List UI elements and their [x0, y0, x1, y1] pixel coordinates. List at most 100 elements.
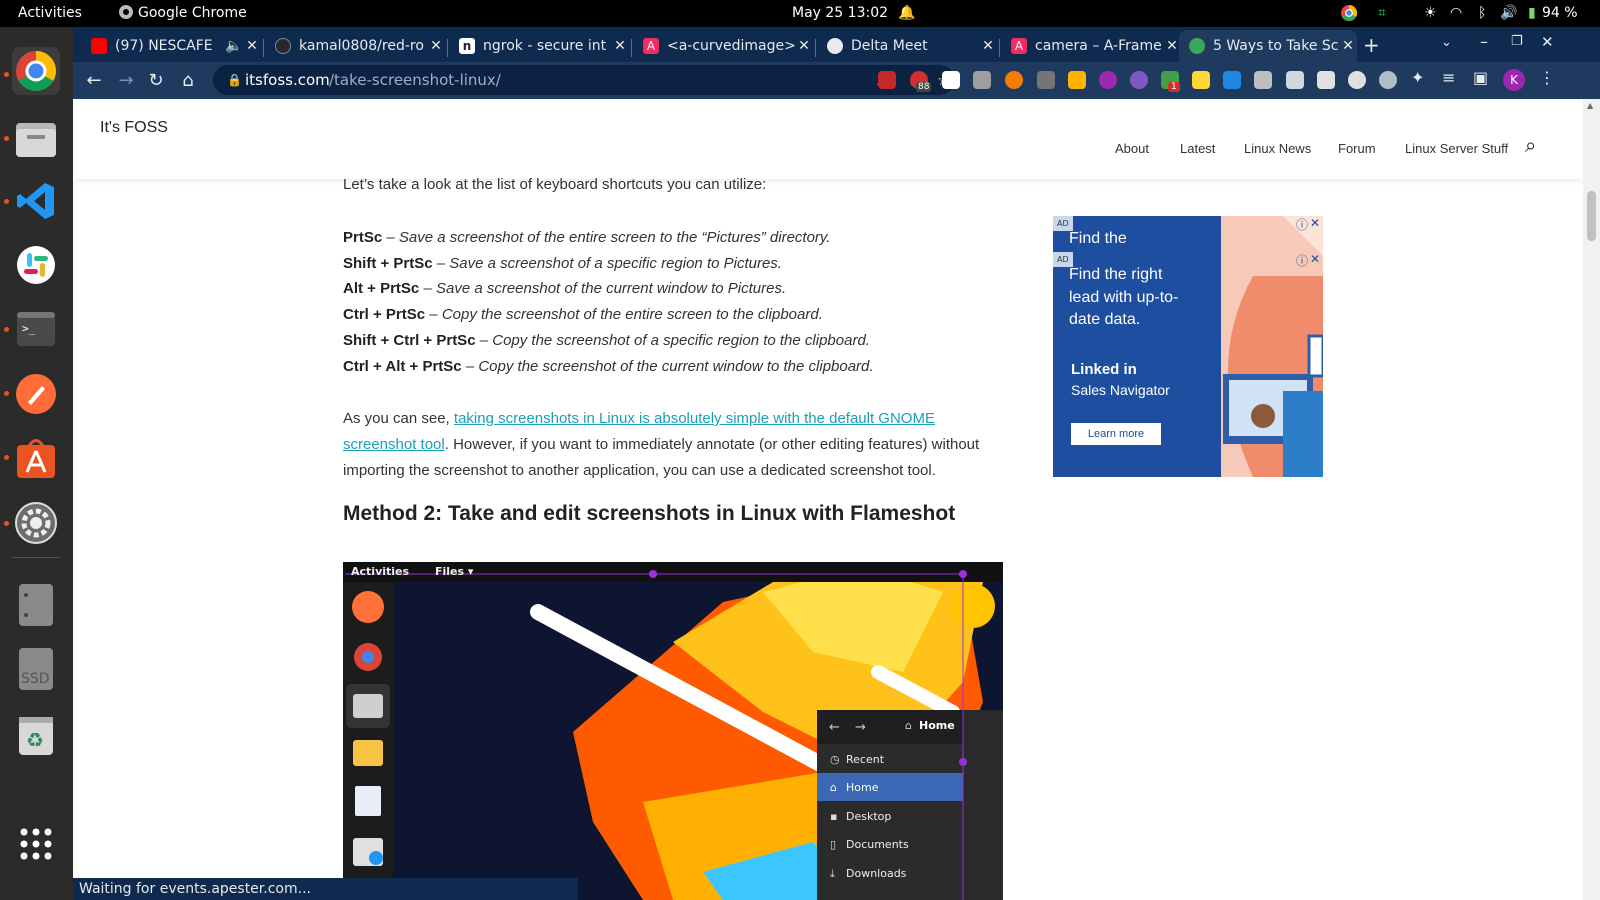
adchoices-icon[interactable]: ⓘ	[1296, 216, 1308, 233]
figure-sidebar-item: Desktop	[846, 810, 892, 823]
ad-learn-more-button[interactable]: Learn more	[1071, 423, 1161, 445]
figure-sidebar-item: Downloads	[846, 867, 907, 880]
extension-icon[interactable]	[1068, 71, 1086, 89]
files-launcher[interactable]	[12, 115, 60, 163]
home-icon[interactable]: ⌂	[176, 69, 200, 93]
back-arrow-icon[interactable]: ←	[82, 69, 106, 93]
site-title[interactable]: It's FOSS	[100, 119, 168, 137]
extension-icon[interactable]	[1130, 71, 1148, 89]
more-menu-icon[interactable]: ⋮	[1539, 68, 1555, 87]
trash-launcher[interactable]: ♻	[12, 711, 60, 759]
figure-back-arrow-icon: ←	[829, 720, 840, 735]
shortcut-row: Shift + Ctrl + PrtSc – Copy the screensh…	[343, 332, 870, 349]
extension-icon[interactable]	[1192, 71, 1210, 89]
chrome-launcher[interactable]	[12, 47, 60, 95]
menu-latest[interactable]: Latest	[1180, 141, 1215, 156]
globe-icon	[827, 38, 843, 54]
brightness-icon[interactable]: ☀	[1424, 5, 1437, 21]
linkedin-ad[interactable]: AD AD Find the ⓘ ✕ ⓘ ✕ Find the right le…	[1053, 216, 1323, 477]
tab-itsfoss-active[interactable]: 5 Ways to Take Sc ✕	[1179, 30, 1357, 62]
tab-search-chevron-down-icon[interactable]: ⌄	[1441, 35, 1452, 50]
menu-about[interactable]: About	[1115, 141, 1149, 156]
terminal-launcher[interactable]: >_	[12, 305, 60, 353]
qr-code-extension-icon[interactable]	[942, 71, 960, 89]
restore-button[interactable]: ❐	[1511, 34, 1523, 49]
battery-icon[interactable]: ▮	[1528, 5, 1536, 21]
settings-launcher[interactable]	[12, 499, 60, 547]
drive-launcher[interactable]	[12, 581, 60, 629]
show-apps-button[interactable]	[12, 820, 60, 868]
slack-launcher[interactable]	[12, 241, 60, 289]
extension-icon[interactable]	[1379, 71, 1397, 89]
menu-linux-server-stuff[interactable]: Linux Server Stuff	[1405, 141, 1508, 156]
shortcut-desc: Save a screenshot of the entire screen t…	[398, 229, 831, 246]
tab-aframe-camera[interactable]: A camera – A-Frame ✕	[1001, 30, 1181, 62]
app-menu[interactable]: Google Chrome	[138, 5, 247, 21]
extension-icon[interactable]	[1099, 71, 1117, 89]
slack-tray-icon[interactable]: ⌗	[1378, 5, 1386, 21]
forward-arrow-icon[interactable]: →	[114, 69, 138, 93]
audio-icon[interactable]: 🔈	[225, 38, 243, 54]
flameshot-screenshot-image[interactable]: Activities Files ▾ ← → ⌂ Home ◷ Recent ⌂…	[343, 562, 1003, 900]
activities-button[interactable]: Activities	[18, 5, 82, 21]
close-window-button[interactable]: ✕	[1541, 33, 1554, 51]
extension-icon[interactable]	[1348, 71, 1366, 89]
menu-forum[interactable]: Forum	[1338, 141, 1376, 156]
crx-extension-icon[interactable]	[973, 71, 991, 89]
gnome-screenshot-link[interactable]: taking screenshots in Linux is absolutel…	[454, 410, 935, 427]
extension-icon[interactable]	[1223, 71, 1241, 89]
extension-icon[interactable]	[878, 71, 896, 89]
tab-youtube[interactable]: (97) NESCAFE 🔈 ✕	[81, 30, 261, 62]
tab-close-icon[interactable]: ✕	[611, 38, 629, 54]
tab-delta-meet[interactable]: Delta Meet ✕	[817, 30, 997, 62]
scroll-up-icon[interactable]: ▲	[1587, 101, 1593, 110]
extension-icon[interactable]	[1317, 71, 1335, 89]
wifi-icon[interactable]: ◠	[1450, 5, 1462, 21]
figure-files-menu: Files ▾	[435, 565, 474, 578]
ssd-launcher[interactable]: SSD	[12, 645, 60, 693]
tab-close-icon[interactable]: ✕	[795, 38, 813, 54]
tab-aframe-curvedimage[interactable]: A <a-curvedimage> ✕	[633, 30, 813, 62]
camera-extension-icon[interactable]	[1286, 71, 1304, 89]
folder-icon	[16, 123, 56, 157]
scrollbar-thumb[interactable]	[1587, 191, 1596, 241]
shortcut-keys: Ctrl + PrtSc	[343, 306, 426, 323]
vscode-launcher[interactable]	[12, 177, 60, 225]
tab-ngrok[interactable]: n ngrok - secure int ✕	[449, 30, 629, 62]
ad-close-icon[interactable]: ✕	[1310, 216, 1320, 230]
tab-close-icon[interactable]: ✕	[1339, 38, 1357, 54]
adchoices-icon[interactable]: ⓘ	[1296, 252, 1308, 269]
extension-icon[interactable]	[1037, 71, 1055, 89]
page-scrollbar[interactable]: ▲	[1583, 99, 1600, 900]
new-tab-button[interactable]: +	[1363, 33, 1380, 57]
minimize-button[interactable]: –	[1480, 32, 1488, 51]
tab-close-icon[interactable]: ✕	[243, 38, 261, 54]
browser-frame: (97) NESCAFE 🔈 ✕ kamal0808/red-ro ✕ n ng…	[73, 27, 1600, 99]
battery-percent: 94 %	[1542, 5, 1578, 21]
puzzle-extensions-icon[interactable]: ✦	[1411, 68, 1424, 87]
postman-launcher[interactable]	[12, 370, 60, 418]
tab-close-icon[interactable]: ✕	[979, 38, 997, 54]
address-bar[interactable]: 🔒 itsfoss.com /take-screenshot-linux/ ⌕ …	[213, 65, 955, 95]
youtube-icon	[91, 38, 107, 54]
bluetooth-icon[interactable]: ᛒ	[1478, 5, 1486, 21]
chrome-tray-icon[interactable]	[1340, 4, 1358, 26]
clock[interactable]: May 25 13:02	[792, 5, 888, 21]
extension-icon[interactable]	[1005, 71, 1023, 89]
extension-badge: 88	[916, 82, 932, 92]
reading-list-icon[interactable]: ≡	[1442, 68, 1455, 87]
reload-icon[interactable]: ↻	[144, 69, 168, 93]
search-icon[interactable]: ⌕	[1525, 133, 1536, 157]
gnome-screenshot-link-cont[interactable]: screenshot tool	[343, 436, 445, 453]
menu-linux-news[interactable]: Linux News	[1244, 141, 1311, 156]
volume-icon[interactable]: 🔊	[1500, 5, 1517, 21]
profile-avatar[interactable]: K	[1503, 69, 1525, 91]
extension-icon[interactable]	[1254, 71, 1272, 89]
tab-github[interactable]: kamal0808/red-ro ✕	[265, 30, 445, 62]
shortcut-row: Alt + PrtSc – Save a screenshot of the c…	[343, 280, 787, 297]
software-launcher[interactable]	[12, 434, 60, 482]
dock-separator	[12, 557, 60, 558]
tab-close-icon[interactable]: ✕	[427, 38, 445, 54]
side-panel-icon[interactable]: ▣	[1473, 68, 1488, 87]
ad-close-icon[interactable]: ✕	[1310, 252, 1320, 266]
